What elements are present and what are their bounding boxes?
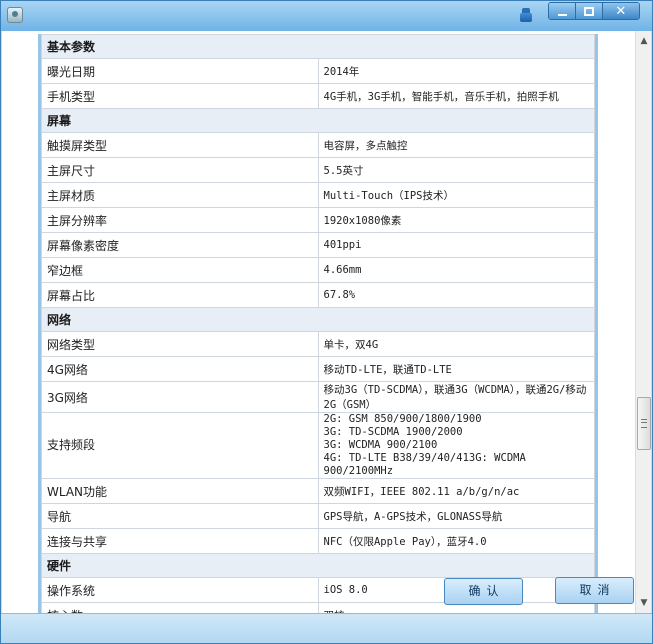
spec-label: 核心数 [41,602,319,613]
band-line: 3G: WCDMA 900/2100 [323,439,438,451]
spec-value: 移动TD-LTE，联通TD-LTE [317,356,595,382]
spec-value-multiline: 2G: GSM 850/900/1800/1900 3G: TD-SCDMA 1… [317,412,595,479]
spec-table: 基本参数 曝光日期 2014年 手机类型 4G手机，3G手机，智能手机，音乐手机，拍… [41,34,595,613]
spec-label: 导航 [41,503,319,529]
band-line: 4G: TD-LTE B38/39/40/413G: WCDMA 900/210… [323,452,526,477]
spec-value: 401ppi [317,232,595,258]
close-button[interactable]: ✕ [602,3,639,19]
vertical-scrollbar[interactable]: ▲ ▼ [635,31,651,613]
spec-label: 主屏尺寸 [41,157,319,183]
scroll-down-icon[interactable]: ▼ [636,595,652,611]
close-icon: ✕ [615,4,627,19]
spec-value: 4G手机，3G手机，智能手机，音乐手机，拍照手机 [317,83,595,109]
maximize-button[interactable] [575,3,603,19]
spec-label: 连接与共享 [41,528,319,554]
spec-label: 手机类型 [41,83,319,109]
spec-value: NFC（仅限Apple Pay），蓝牙4.0 [317,528,595,554]
spec-value: 5.5英寸 [317,157,595,183]
spec-label: 曝光日期 [41,58,319,84]
spec-value: 电容屏，多点触控 [317,132,595,158]
spec-label: 屏幕像素密度 [41,232,319,258]
spec-label: 3G网络 [41,381,319,413]
spec-label: 窄边框 [41,257,319,283]
spec-label: 主屏材质 [41,182,319,208]
minimize-icon [558,14,567,16]
window-controls: ✕ [548,2,640,20]
band-line: 2G: GSM 850/900/1800/1900 [323,413,482,425]
spec-label: 触摸屏类型 [41,132,319,158]
section-header: 基本参数 [41,34,595,59]
bottom-bar [1,613,652,643]
app-icon [7,7,23,23]
spec-value: 单卡，双4G [317,331,595,357]
spec-label: 4G网络 [41,356,319,382]
spec-content-area[interactable]: 基本参数 曝光日期 2014年 手机类型 4G手机，3G手机，智能手机，音乐手机，拍… [2,31,635,613]
spec-value: 移动3G（TD-SCDMA），联通3G（WCDMA），联通2G/移动2G（GSM… [317,381,595,413]
maximize-icon [583,7,594,16]
spec-value: 67.8% [317,282,595,308]
minimize-button[interactable] [549,3,576,19]
spec-value: 2014年 [317,58,595,84]
spec-label: 网络类型 [41,331,319,357]
pin-icon[interactable] [519,8,533,24]
ok-button[interactable]: 确认 [444,578,523,605]
section-header: 硬件 [41,553,595,578]
cancel-button[interactable]: 取消 [555,577,634,604]
spec-table-frame: 基本参数 曝光日期 2014年 手机类型 4G手机，3G手机，智能手机，音乐手机，拍… [38,34,598,613]
scroll-thumb[interactable] [637,397,651,450]
spec-label: 操作系统 [41,577,319,603]
spec-value: 4.66mm [317,257,595,283]
section-header: 屏幕 [41,108,595,133]
scroll-up-icon[interactable]: ▲ [636,33,652,49]
spec-value: 1920x1080像素 [317,207,595,233]
spec-label: 支持频段 [41,412,319,479]
title-bar[interactable]: ✕ [1,1,652,31]
spec-label: 屏幕占比 [41,282,319,308]
spec-value: GPS导航，A-GPS技术，GLONASS导航 [317,503,595,529]
dialog-window: ✕ 基本参数 曝光日期 2014年 手机类型 4G手机，3G手机，智能手机，音乐手机… [0,0,653,644]
spec-value: 双频WIFI，IEEE 802.11 a/b/g/n/ac [317,478,595,504]
section-header: 网络 [41,307,595,332]
band-line: 3G: TD-SCDMA 1900/2000 [323,426,463,438]
spec-label: WLAN功能 [41,478,319,504]
spec-label: 主屏分辨率 [41,207,319,233]
spec-value: Multi-Touch（IPS技术） [317,182,595,208]
